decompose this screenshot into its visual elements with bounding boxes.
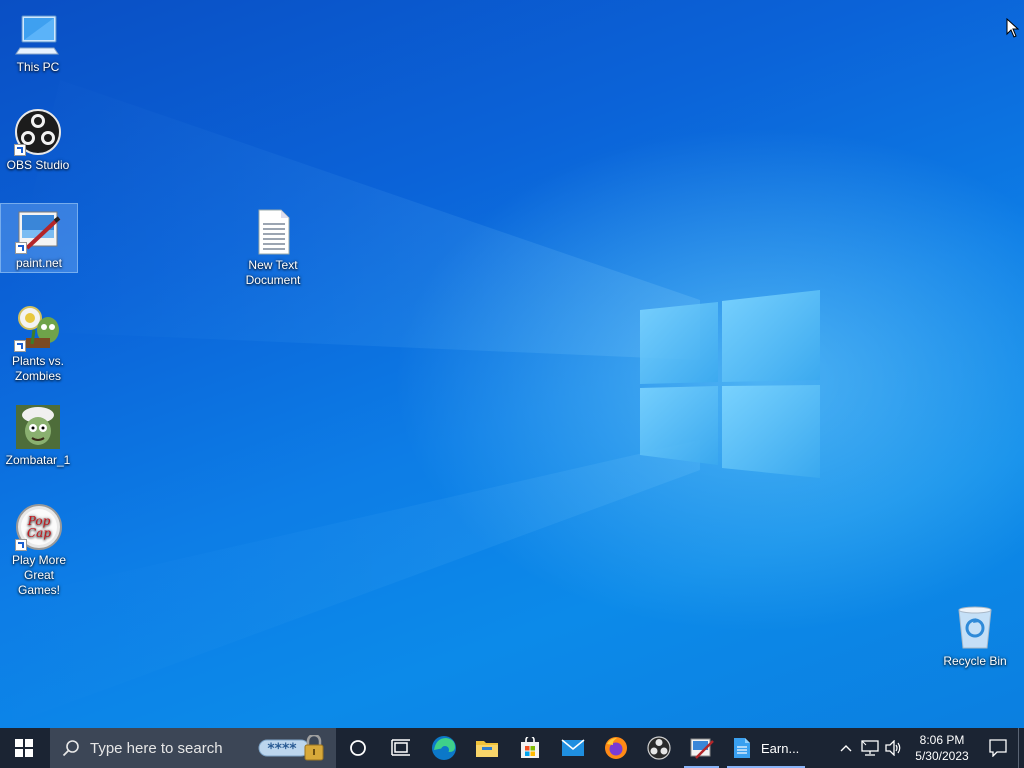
- badge-text: ****: [267, 741, 297, 757]
- taskbar-running-app-button[interactable]: Earn...: [723, 728, 809, 768]
- desktop-icon-label: Play More Great Games!: [11, 553, 67, 597]
- taskbar-mail-button[interactable]: [551, 728, 594, 768]
- firefox-icon: [604, 737, 627, 759]
- volume-button[interactable]: [882, 728, 906, 768]
- taskbar-paint-net-button[interactable]: [680, 728, 723, 768]
- desktop-icon-new-text-document[interactable]: New Text Document: [235, 206, 311, 288]
- search-icon: [62, 740, 79, 757]
- desktop-icon-label: This PC: [16, 60, 60, 74]
- search-placeholder: Type here to search: [90, 739, 223, 757]
- clock-time: 8:06 PM: [919, 733, 965, 747]
- start-button[interactable]: [0, 728, 48, 768]
- password-lock-icon: ****: [258, 733, 324, 761]
- text-document-icon: [249, 208, 297, 256]
- wallpaper: [0, 80, 820, 728]
- desktop-icon-plants-vs-zombies[interactable]: Plants vs. Zombies: [0, 302, 76, 384]
- taskbar-firefox-button[interactable]: [594, 728, 637, 768]
- network-icon: [861, 740, 879, 756]
- edge-icon: [431, 736, 456, 760]
- mouse-cursor-icon: [1006, 18, 1020, 38]
- taskbar-file-explorer-button[interactable]: [465, 728, 508, 768]
- network-button[interactable]: [858, 728, 882, 768]
- desktop-icon-recycle-bin[interactable]: Recycle Bin: [937, 602, 1013, 669]
- desktop-icon-label: Plants vs. Zombies: [11, 354, 65, 383]
- shortcut-arrow-icon: [14, 144, 26, 156]
- show-desktop-button[interactable]: [1018, 728, 1024, 768]
- taskbar-store-button[interactable]: [508, 728, 551, 768]
- desktop-icon-paint-net[interactable]: paint.net: [0, 203, 78, 273]
- svg-text:Cap: Cap: [27, 526, 51, 540]
- desktop-icon-label: Zombatar_1: [5, 453, 71, 467]
- taskbar-edge-button[interactable]: [422, 728, 465, 768]
- document-icon: [734, 738, 750, 758]
- clock-date: 5/30/2023: [915, 749, 969, 763]
- cortana-button[interactable]: [336, 728, 379, 768]
- desktop-icon-obs-studio[interactable]: OBS Studio: [0, 106, 76, 173]
- desktop-icon-label: paint.net: [15, 256, 63, 270]
- chevron-up-icon: [840, 745, 852, 752]
- windows-logo-icon: [15, 739, 33, 757]
- show-hidden-icons-button[interactable]: [834, 728, 858, 768]
- taskbar-clock[interactable]: 8:06 PM 5/30/2023: [910, 732, 974, 764]
- store-bag-icon: [520, 737, 539, 758]
- taskbar: Type here to search **** Earn... 8:06 PM…: [0, 728, 1024, 768]
- desktop-icon-label: OBS Studio: [6, 158, 70, 172]
- taskbar-obs-button[interactable]: [637, 728, 680, 768]
- zombatar-image-icon: [14, 403, 62, 451]
- system-tray: 8:06 PM 5/30/2023: [834, 728, 1024, 768]
- paint-net-icon: [690, 738, 714, 759]
- desktop-icon-label: New Text Document: [245, 258, 301, 287]
- obs-icon: [14, 108, 62, 156]
- computer-icon: [14, 10, 62, 58]
- popcap-icon: Pop Cap: [15, 503, 63, 551]
- folder-icon: [475, 741, 498, 757]
- paint-net-icon: [15, 206, 63, 254]
- search-highlight-badge[interactable]: ****: [258, 733, 328, 761]
- recycle-bin-icon: [951, 604, 999, 652]
- notification-icon: [989, 739, 1007, 757]
- mail-icon: [560, 739, 585, 756]
- taskbar-search-box[interactable]: Type here to search ****: [50, 728, 336, 768]
- task-view-icon: [390, 739, 410, 756]
- shortcut-arrow-icon: [15, 539, 27, 551]
- shortcut-arrow-icon: [15, 242, 27, 254]
- desktop-icon-this-pc[interactable]: This PC: [0, 8, 76, 75]
- desktop-icon-play-more-games[interactable]: Pop Cap Play More Great Games!: [1, 501, 77, 598]
- cortana-circle-icon: [349, 740, 366, 756]
- shortcut-arrow-icon: [14, 340, 26, 352]
- plants-vs-zombies-icon: [14, 304, 62, 352]
- desktop-icon-label: Recycle Bin: [943, 654, 1007, 668]
- task-view-button[interactable]: [379, 728, 422, 768]
- obs-icon: [646, 736, 671, 760]
- running-app-label: Earn...: [761, 740, 800, 756]
- desktop-icon-zombatar[interactable]: Zombatar_1: [0, 401, 76, 468]
- action-center-button[interactable]: [978, 728, 1018, 768]
- speaker-icon: [885, 740, 901, 756]
- desktop[interactable]: This PC OBS Studio paint.net New Text Do…: [0, 0, 1024, 728]
